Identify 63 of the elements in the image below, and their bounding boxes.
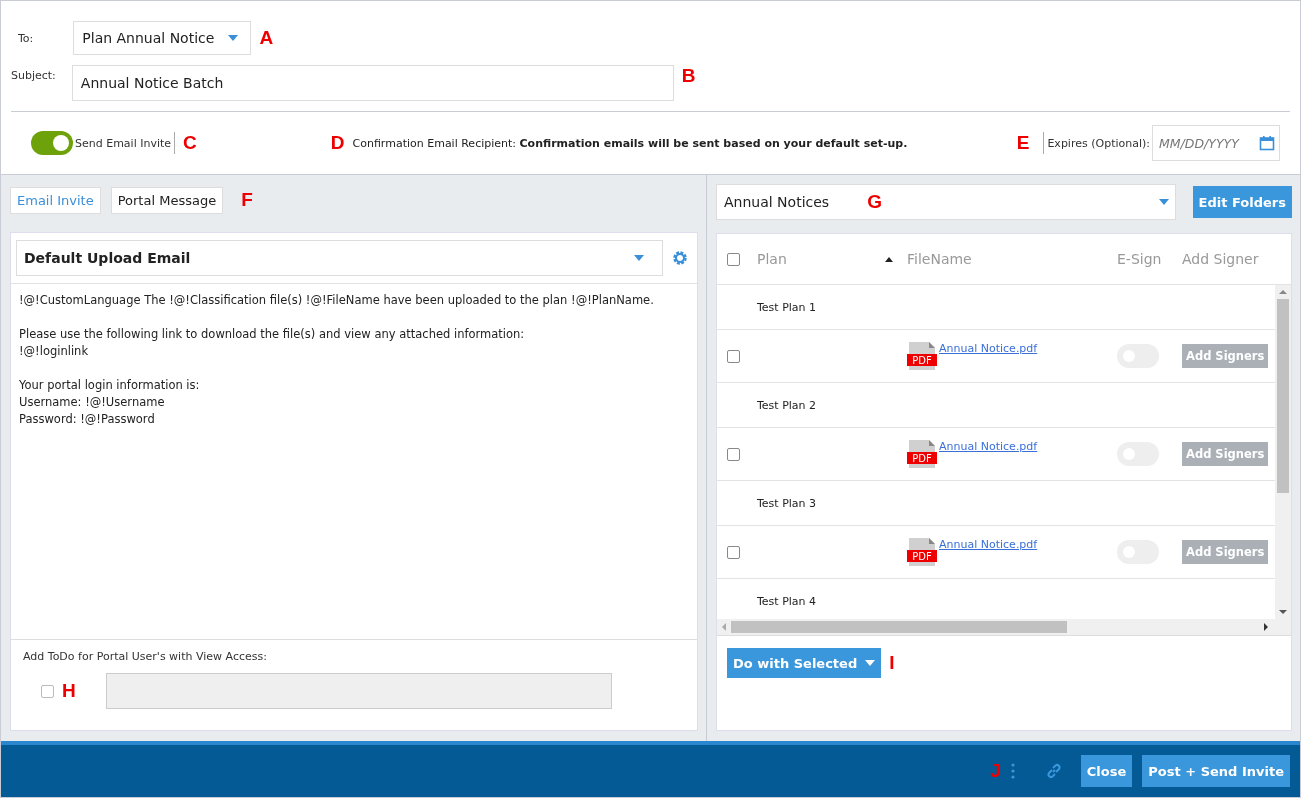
folder-dropdown[interactable]: Annual Notices G — [716, 184, 1176, 220]
file-link[interactable]: Annual Notice.pdf — [939, 538, 1038, 551]
more-options-icon[interactable] — [1010, 763, 1015, 779]
pdf-file-icon: PDF — [907, 538, 937, 566]
link-icon[interactable] — [1044, 762, 1063, 780]
todo-input-field[interactable] — [105, 673, 612, 709]
column-header[interactable]: Plan — [757, 251, 787, 267]
confirmation-text: Confirmation Email Recipient: Confirmation emails will be sent based on your default set-up. — [352, 136, 908, 150]
caret-icon — [634, 255, 644, 261]
callout-letter: G — [867, 191, 882, 213]
plan-name: Test Plan 1 — [757, 300, 817, 314]
column-header[interactable]: Add Signer — [1182, 251, 1259, 267]
send-invite-toggle[interactable] — [31, 131, 73, 155]
row-checkbox[interactable] — [727, 349, 740, 363]
row-checkbox[interactable] — [727, 447, 740, 461]
todo-label: Add ToDo for Portal User's with View Access: — [23, 650, 268, 663]
callout-letter: H — [62, 680, 76, 702]
footer-button[interactable]: Close — [1080, 755, 1133, 787]
column-header[interactable]: FileName — [907, 251, 972, 267]
tab[interactable]: Email Invite — [10, 186, 101, 214]
callout-letter: A — [259, 27, 274, 49]
callout-letter: B — [681, 65, 696, 87]
edit-folders-button[interactable]: Edit Folders — [1192, 186, 1292, 218]
callout-letter: C — [183, 132, 197, 154]
caret-icon — [228, 35, 239, 41]
add-signers-button[interactable]: Add Signers — [1182, 344, 1269, 368]
expires-label: Expires (Optional): — [1047, 136, 1150, 150]
add-signers-button[interactable]: Add Signers — [1182, 442, 1269, 466]
pdf-file-icon: PDF — [907, 342, 937, 370]
caret-icon — [1158, 199, 1169, 205]
email-body-text[interactable]: !@!CustomLanguage The !@!Classification file(s) !@!FileName have been uploaded to the plan !@!PlanName. Please use the following link to download the file(s) and view any attached information: !@!loginlink Your portal login information is: Username: !@!Username Password: !@!Password — [11, 284, 697, 640]
row-checkbox[interactable] — [727, 545, 740, 559]
pdf-file-icon: PDF — [907, 440, 937, 468]
subject-field[interactable]: Annual Notice Batch — [71, 65, 674, 101]
horizontal-scrollbar[interactable] — [717, 619, 1291, 636]
send-invite-label: Send Email Invite — [75, 136, 172, 150]
file-link[interactable]: Annual Notice.pdf — [939, 342, 1038, 355]
settings-icon[interactable] — [672, 250, 688, 266]
callout-letter: J — [990, 760, 1001, 782]
to-label: To: — [18, 31, 34, 45]
callout-letter: F — [241, 189, 253, 211]
file-link[interactable]: Annual Notice.pdf — [939, 440, 1038, 453]
template-dropdown[interactable]: Default Upload Email — [16, 240, 663, 276]
calendar-icon — [1259, 135, 1275, 151]
callout-letter: E — [1016, 132, 1030, 154]
select-all-checkbox[interactable] — [727, 252, 740, 266]
subject-label: Subject: — [11, 69, 56, 82]
plan-name: Test Plan 4 — [757, 594, 817, 608]
plan-name: Test Plan 3 — [757, 496, 817, 510]
expiry-date-field[interactable]: MM/DD/YYYY — [1152, 125, 1280, 161]
callout-letter: D — [330, 132, 345, 154]
do-with-selected-button[interactable]: Do with Selected — [727, 648, 882, 678]
sort-ascending-icon[interactable] — [885, 256, 893, 262]
plan-name: Test Plan 2 — [757, 398, 817, 412]
add-signers-button[interactable]: Add Signers — [1182, 540, 1269, 564]
caret-icon — [865, 660, 876, 666]
callout-letter: I — [889, 652, 895, 674]
tab[interactable]: Portal Message — [110, 186, 224, 214]
todo-checkbox[interactable] — [41, 684, 54, 698]
column-header[interactable]: E-Sign — [1117, 251, 1162, 267]
vertical-scrollbar[interactable] — [1275, 285, 1291, 619]
footer-button[interactable]: Post + Send Invite — [1142, 755, 1290, 787]
recipient-dropdown[interactable]: Plan Annual Notice — [73, 21, 252, 55]
